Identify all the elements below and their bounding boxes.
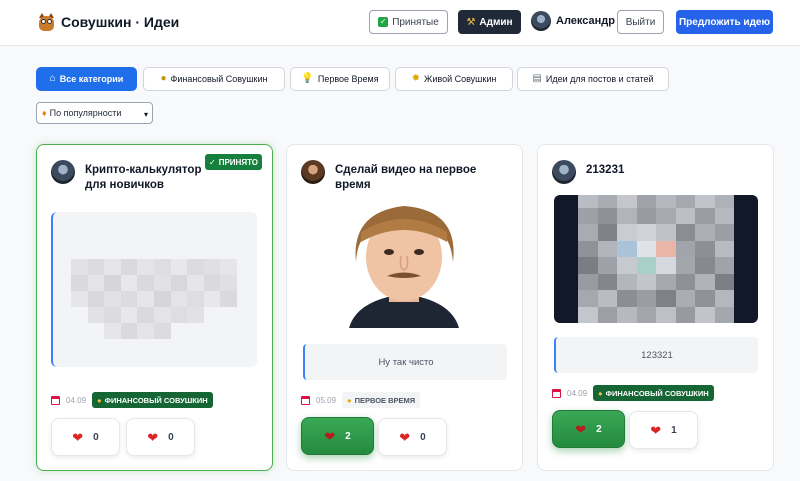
- calendar-icon: [51, 395, 60, 405]
- category-label: Все категории: [59, 74, 124, 84]
- category-posts[interactable]: ▤ Идеи для постов и статей: [517, 67, 669, 91]
- tools-icon: ⚒: [466, 16, 476, 28]
- category-tag-label: ФИНАНСОВЫЙ СОВУШКИН: [104, 395, 208, 405]
- sort-select[interactable]: ♦ По популярности ▾: [36, 102, 153, 124]
- card-meta: 04.09 ● ФИНАНСОВЫЙ СОВУШКИН: [51, 392, 213, 408]
- author-avatar: [552, 160, 576, 184]
- money-bag-icon: ●: [160, 73, 167, 84]
- heart-icon: ❤: [324, 428, 336, 444]
- idea-date: 04.09: [66, 395, 87, 405]
- like-button[interactable]: ❤ 2: [301, 417, 374, 455]
- category-live[interactable]: ✸ Живой Совушкин: [395, 67, 513, 91]
- sort-selected: По популярности: [49, 108, 122, 118]
- like-count: 2: [345, 430, 351, 442]
- dislike-button[interactable]: ❤ 1: [629, 411, 698, 449]
- category-tag-label: ФИНАНСОВЫЙ СОВУШКИН: [605, 388, 709, 398]
- calendar-icon: [301, 395, 310, 405]
- dislike-count: 0: [420, 431, 426, 443]
- lightbulb-icon: 💡: [301, 73, 314, 84]
- chevron-down-icon: ▾: [143, 110, 148, 119]
- pixelated-preview: [71, 259, 237, 339]
- author-avatar: [301, 160, 325, 184]
- idea-card[interactable]: Сделай видео на первое время Ну так чист…: [286, 144, 523, 471]
- accepted-badge: ✓ ПРИНЯТО: [205, 154, 262, 170]
- top-bar: Совушкин · Идеи ✓ Принятые ⚒ Админ Алекс…: [0, 0, 800, 46]
- document-icon: ▤: [532, 73, 542, 84]
- pixelated-preview: [578, 195, 734, 323]
- home-icon: ⌂: [49, 73, 56, 84]
- admin-button[interactable]: ⚒ Админ: [458, 10, 521, 34]
- accepted-label: Принятые: [392, 16, 439, 28]
- category-label: Идеи для постов и статей: [545, 74, 654, 84]
- idea-card[interactable]: 213231 123321 04.09 ● ФИНАНСОВЫЙ СОВУШКИ…: [537, 144, 774, 471]
- idea-card[interactable]: Крипто-калькулятор для новичков ✓ ПРИНЯТ…: [36, 144, 273, 471]
- idea-title: Сделай видео на первое время: [335, 164, 477, 191]
- owl-logo-icon: [38, 13, 55, 31]
- heart-icon: ❤: [575, 421, 587, 437]
- card-meta: 04.09 ● ФИНАНСОВЫЙ СОВУШКИН: [552, 385, 714, 401]
- money-bag-icon: ●: [598, 388, 603, 398]
- photo-image: [301, 202, 507, 328]
- accepted-filter-button[interactable]: ✓ Принятые: [369, 10, 448, 34]
- category-label: Живой Совушкин: [424, 74, 497, 84]
- badge-label: ПРИНЯТО: [218, 157, 258, 167]
- dislike-count: 1: [671, 424, 677, 436]
- calendar-icon: [552, 388, 561, 398]
- money-bag-icon: ●: [97, 395, 102, 405]
- idea-date: 04.09: [567, 388, 588, 398]
- like-button[interactable]: ❤ 0: [51, 418, 120, 456]
- idea-title: 213231: [586, 164, 625, 176]
- checkmark-icon: ✓: [378, 17, 389, 27]
- category-first-time[interactable]: 💡 Первое Время: [290, 67, 390, 91]
- heart-icon: ❤: [72, 429, 84, 445]
- idea-description: 123321: [554, 337, 758, 373]
- lightbulb-icon: ●: [347, 395, 352, 405]
- user-avatar: [531, 11, 551, 31]
- brand-title: Совушкин · Идеи: [61, 14, 180, 30]
- suggest-idea-button[interactable]: Предложить идею: [676, 10, 773, 34]
- dislike-button[interactable]: ❤ 0: [378, 418, 447, 456]
- like-count: 0: [93, 431, 99, 443]
- category-tag-label: ПЕРВОЕ ВРЕМЯ: [354, 395, 416, 405]
- portrait-photo: [301, 202, 507, 328]
- logout-button[interactable]: Выйти: [617, 10, 664, 34]
- like-count: 2: [596, 423, 602, 435]
- dislike-count: 0: [168, 431, 174, 443]
- checkmark-icon: ✓: [209, 157, 216, 167]
- idea-description: Ну так чисто: [303, 344, 507, 380]
- card-header: 213231: [552, 160, 763, 184]
- like-button[interactable]: ❤ 2: [552, 410, 625, 448]
- sparkle-icon: ✸: [411, 73, 421, 84]
- broken-heart-icon: ❤: [650, 422, 662, 438]
- card-header: Сделай видео на первое время: [301, 160, 512, 193]
- category-tag[interactable]: ● ФИНАНСОВЫЙ СОВУШКИН: [92, 392, 213, 408]
- category-financial[interactable]: ● Финансовый Совушкин: [143, 67, 285, 91]
- dislike-button[interactable]: ❤ 0: [126, 418, 195, 456]
- category-tag[interactable]: ● ФИНАНСОВЫЙ СОВУШКИН: [593, 385, 714, 401]
- admin-label: Админ: [479, 16, 513, 28]
- category-all[interactable]: ⌂ Все категории: [36, 67, 137, 91]
- blurred-content-image: [554, 195, 758, 323]
- broken-heart-icon: ❤: [399, 429, 411, 445]
- brand[interactable]: Совушкин · Идеи: [38, 13, 179, 31]
- user-name: Александр: [556, 15, 615, 27]
- user-profile[interactable]: Александр: [531, 11, 615, 31]
- fire-icon: ♦: [42, 108, 47, 118]
- broken-heart-icon: ❤: [147, 429, 159, 445]
- blurred-content-image: [51, 212, 257, 367]
- category-tag[interactable]: ● ПЕРВОЕ ВРЕМЯ: [342, 392, 421, 408]
- idea-date: 05.09: [316, 395, 337, 405]
- category-label: Первое Время: [317, 74, 379, 84]
- card-meta: 05.09 ● ПЕРВОЕ ВРЕМЯ: [301, 392, 421, 408]
- category-label: Финансовый Совушкин: [170, 74, 268, 84]
- author-avatar: [51, 160, 75, 184]
